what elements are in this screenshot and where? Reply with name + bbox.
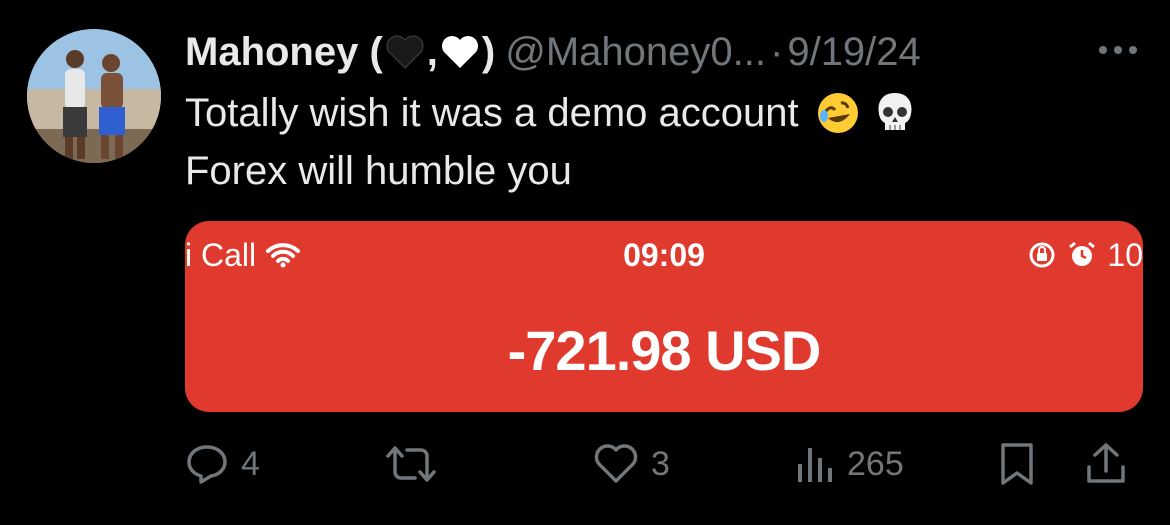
alarm-icon — [1069, 241, 1096, 266]
status-time: 09:09 — [623, 237, 705, 273]
views-count: 265 — [847, 444, 904, 483]
like-count: 3 — [651, 444, 670, 483]
rolling-laughing-emoji-icon — [817, 93, 858, 133]
avatar-photo — [27, 29, 161, 163]
status-bar-right: 10 — [1027, 235, 1143, 275]
avatar[interactable] — [27, 29, 161, 163]
views-button[interactable]: 265 — [795, 436, 904, 492]
like-button[interactable]: 3 — [593, 436, 670, 492]
battery-label: 10 — [1107, 236, 1143, 273]
tweet-line-2: Forex will humble you — [185, 149, 572, 193]
share-icon — [1087, 443, 1125, 483]
white-heart-icon — [441, 36, 478, 68]
tweet-actions: 4 3 265 — [185, 436, 1143, 492]
balance-amount: -721.98 USD — [507, 319, 822, 382]
heart-icon — [594, 444, 638, 483]
separator-dot: · — [770, 29, 784, 74]
repost-button[interactable] — [385, 436, 449, 492]
bookmark-icon — [1001, 443, 1033, 485]
reply-icon — [187, 445, 227, 484]
reply-count: 4 — [241, 444, 260, 483]
tweet-line-1: Totally wish it was a demo account — [185, 91, 799, 135]
repost-icon — [386, 446, 436, 482]
more-icon — [1099, 46, 1137, 54]
black-heart-icon — [386, 35, 424, 69]
skull-emoji-icon — [878, 93, 912, 130]
user-handle[interactable]: @Mahoney0... — [505, 30, 766, 75]
tweet-date[interactable]: 9/19/24 — [787, 30, 920, 75]
tweet-header: Mahoney ( , ) @Mahoney0... · 9/19/24 — [185, 28, 921, 76]
display-name[interactable]: Mahoney ( , ) — [185, 30, 495, 75]
tweet-text: Totally wish it was a demo account Forex… — [185, 84, 1085, 200]
more-options-button[interactable] — [1093, 30, 1143, 70]
share-button[interactable] — [1085, 436, 1127, 492]
rotation-lock-icon — [1029, 242, 1055, 268]
tweet-media-image[interactable]: i Call 09:09 10 -721.98 USD — [185, 221, 1143, 412]
bookmark-button[interactable] — [997, 436, 1037, 492]
reply-button[interactable]: 4 — [185, 436, 260, 492]
views-icon — [798, 448, 832, 482]
